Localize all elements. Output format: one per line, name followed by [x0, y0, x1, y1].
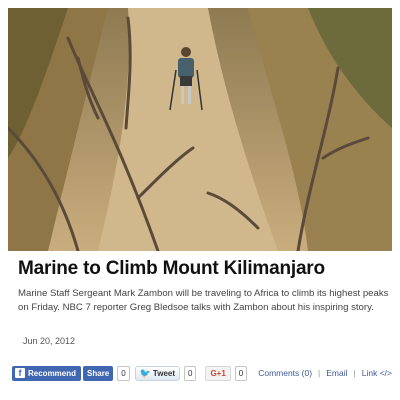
- tweet-count: 0: [184, 365, 197, 381]
- article-title[interactable]: Marine to Climb Mount Kilimanjaro: [18, 258, 325, 280]
- gplus-count: 0: [234, 365, 248, 381]
- article-card: Marine to Climb Mount Kilimanjaro Marine…: [0, 0, 400, 400]
- video-thumbnail[interactable]: [8, 8, 392, 251]
- facebook-share-button[interactable]: Share: [83, 365, 114, 381]
- article-date: Jun 20, 2012: [23, 336, 76, 346]
- embed-link[interactable]: Link </>: [362, 368, 392, 378]
- tweet-button[interactable]: 🐦 Tweet: [134, 365, 180, 381]
- facebook-icon: f: [15, 368, 25, 378]
- recommend-label: Recommend: [28, 368, 77, 378]
- google-plus-button[interactable]: G+1: [205, 365, 231, 381]
- tweet-label: Tweet: [152, 368, 175, 378]
- twitter-bird-icon: 🐦: [139, 367, 151, 378]
- link-separator: |: [353, 368, 356, 378]
- article-summary: Marine Staff Sergeant Mark Zambon will b…: [18, 288, 389, 313]
- social-bar: f Recommend Share 0 🐦 Tweet 0 G+1 0 Comm…: [12, 364, 392, 382]
- trail-scene-image: [8, 8, 392, 251]
- link-separator: |: [318, 368, 321, 378]
- comments-link[interactable]: Comments (0): [258, 368, 312, 378]
- article-links: Comments (0) | Email | Link </>: [258, 368, 392, 378]
- share-count: 0: [117, 365, 130, 381]
- email-link[interactable]: Email: [326, 368, 347, 378]
- facebook-recommend-button[interactable]: f Recommend: [12, 365, 82, 381]
